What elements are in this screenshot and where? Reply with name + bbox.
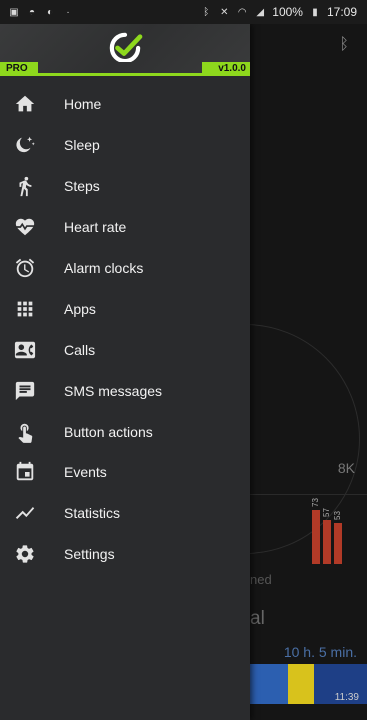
sleep-segment: [288, 664, 314, 704]
menu-item-apps[interactable]: Apps: [0, 288, 250, 329]
sleep-segment: [250, 664, 288, 704]
menu-item-calls[interactable]: Calls: [0, 329, 250, 370]
menu-item-statistics[interactable]: Statistics: [0, 493, 250, 534]
menu-item-sleep[interactable]: Sleep: [0, 125, 250, 166]
gallery-icon: ▣: [9, 6, 19, 18]
heart-bar-label-2: 57: [321, 508, 331, 517]
signal-icon: ◢: [256, 6, 265, 18]
contact-card-icon: [14, 341, 36, 359]
heart-bar-label-3: 53: [332, 511, 342, 520]
navigation-drawer: PRO v1.0.0 Home Sleep Steps Heart rate A…: [0, 24, 250, 720]
menu-label: Button actions: [64, 423, 153, 440]
heart-bar-3: [334, 523, 342, 564]
status-right: ᛒ ✕ ◠ ◢ 100% ▮ 17:09: [200, 5, 357, 19]
menu-label: Calls: [64, 341, 96, 358]
apps-grid-icon: [17, 301, 33, 317]
battery-percent: 100%: [272, 5, 303, 19]
menu-item-events[interactable]: Events: [0, 452, 250, 493]
fitness-icon: ◐: [46, 6, 54, 18]
partial-heading: al: [250, 608, 265, 629]
menu-label: Sleep: [64, 137, 100, 154]
menu-label: Events: [64, 464, 107, 481]
drawer-menu: Home Sleep Steps Heart rate Alarm clocks…: [0, 76, 250, 575]
menu-label: Settings: [64, 546, 115, 563]
mute-icon: ✕: [220, 6, 229, 18]
accent-strip: [38, 73, 202, 76]
app-logo-icon: [109, 32, 143, 62]
sleep-time: 11:39: [334, 692, 359, 703]
version-badge: v1.0.0: [202, 62, 250, 76]
walking-icon: [19, 177, 32, 197]
menu-label: Apps: [64, 300, 96, 317]
menu-label: Home: [64, 96, 102, 113]
alarm-icon: [15, 258, 35, 278]
bluetooth-icon[interactable]: ᛒ: [339, 36, 349, 54]
heart-bar-2: [323, 520, 331, 564]
home-icon: [15, 96, 35, 112]
heart-bar-1: [312, 510, 320, 564]
heart-bar-label-1: 73: [310, 498, 320, 507]
menu-item-sms-messages[interactable]: SMS messages: [0, 370, 250, 411]
menu-label: Steps: [64, 178, 100, 195]
menu-item-heart-rate[interactable]: Heart rate: [0, 207, 250, 248]
menu-item-settings[interactable]: Settings: [0, 534, 250, 575]
mibandage-icon: ◓: [28, 6, 36, 18]
status-left: ▣ ◓ ◐ ·: [8, 7, 74, 18]
status-bar: ▣ ◓ ◐ · ᛒ ✕ ◠ ◢ 100% ▮ 17:09: [0, 0, 367, 24]
calendar-icon: [16, 462, 34, 481]
bluetooth-icon: ᛒ: [203, 6, 210, 18]
menu-item-steps[interactable]: Steps: [0, 166, 250, 207]
heart-pulse-icon: [14, 218, 36, 236]
clock: 17:09: [326, 5, 357, 19]
steps-goal-label: 8K: [337, 460, 355, 476]
wifi-icon: ◠: [237, 6, 247, 18]
menu-item-home[interactable]: Home: [0, 84, 250, 125]
heart-rate-bars: 73 57 53: [300, 494, 367, 564]
menu-label: Heart rate: [64, 219, 127, 236]
menu-label: Alarm clocks: [64, 260, 144, 276]
menu-item-button-actions[interactable]: Button actions: [0, 411, 250, 452]
dot-icon: ·: [66, 6, 70, 18]
drawer-header: PRO v1.0.0: [0, 24, 250, 76]
gear-icon: [16, 545, 34, 563]
menu-label: Statistics: [64, 505, 121, 522]
menu-label: SMS messages: [64, 382, 163, 399]
moon-stars-icon: [16, 137, 35, 153]
partial-text: ned: [250, 572, 272, 587]
touch-icon: [18, 423, 33, 443]
trend-icon: [15, 507, 35, 520]
message-icon: [15, 381, 35, 400]
battery-icon: ▮: [312, 6, 318, 18]
menu-item-alarm-clocks[interactable]: Alarm clocks: [0, 248, 250, 289]
sleep-duration: 10 h. 5 min.: [283, 644, 357, 660]
edition-badge: PRO: [0, 62, 38, 76]
